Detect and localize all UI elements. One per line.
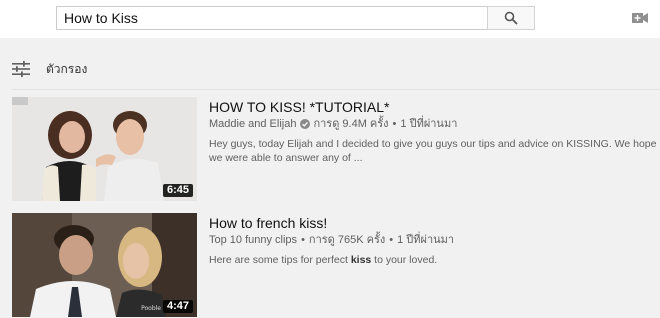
filter-label: ตัวกรอง: [46, 61, 88, 76]
video-meta: Maddie and Elijah การดู 9.4M ครั้ง • 1 ป…: [209, 117, 660, 131]
thumbnail-watermark: Pooble: [141, 305, 161, 312]
meta-separator: •: [301, 234, 305, 246]
video-thumbnail[interactable]: 6:45: [12, 97, 197, 201]
filter-button[interactable]: ตัวกรอง: [12, 60, 87, 78]
channel-name[interactable]: Top 10 funny clips: [209, 233, 297, 247]
meta-separator: •: [389, 234, 394, 246]
video-result[interactable]: Pooble 4:47 How to french kiss! Top 10 f…: [12, 213, 660, 317]
search-icon: [504, 11, 518, 25]
video-title[interactable]: How to french kiss!: [209, 214, 660, 232]
meta-separator: •: [392, 118, 397, 130]
video-meta: Top 10 funny clips • การดู 765K ครั้ง • …: [209, 233, 660, 247]
verified-icon: [300, 119, 311, 129]
video-info: How to french kiss! Top 10 funny clips •…: [209, 213, 660, 267]
upload-age: 1 ปีที่ผ่านมา: [397, 234, 455, 246]
search-button[interactable]: [487, 6, 535, 30]
video-thumbnail[interactable]: Pooble 4:47: [12, 213, 197, 317]
video-description: Here are some tips for perfect kiss to y…: [209, 254, 438, 266]
channel-name[interactable]: Maddie and Elijah: [209, 117, 296, 131]
video-title[interactable]: HOW TO KISS! *TUTORIAL*: [209, 98, 660, 116]
video-description: Hey guys, today Elijah and I decided to …: [209, 138, 657, 164]
filter-icon: [12, 61, 30, 77]
view-count: การดู 765K ครั้ง: [308, 234, 386, 246]
divider: [12, 89, 660, 90]
search-input[interactable]: How to Kiss: [56, 6, 488, 30]
video-duration: 4:47: [162, 300, 193, 313]
upload-age: 1 ปีที่ผ่านมา: [400, 118, 458, 130]
create-video-icon[interactable]: [632, 11, 648, 25]
masthead: How to Kiss: [0, 0, 660, 38]
video-info: HOW TO KISS! *TUTORIAL* Maddie and Elija…: [209, 97, 660, 165]
view-count: การดู 9.4M ครั้ง: [313, 118, 389, 130]
video-duration: 6:45: [162, 184, 193, 197]
video-result[interactable]: 6:45 HOW TO KISS! *TUTORIAL* Maddie and …: [12, 97, 660, 201]
